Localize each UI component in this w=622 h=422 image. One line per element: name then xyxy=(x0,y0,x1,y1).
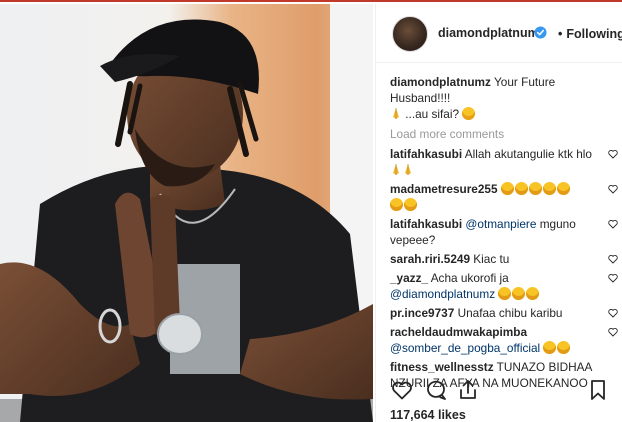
laughing-emoji-icon xyxy=(542,182,556,195)
following-button[interactable]: • Following xyxy=(558,27,622,41)
caption-text-2: ...au sifai? xyxy=(405,107,460,121)
caption-username[interactable]: diamondplatnumz xyxy=(390,75,491,89)
like-comment-heart-icon[interactable] xyxy=(608,184,618,194)
comment-mention[interactable]: @diamondplatnumz xyxy=(390,287,495,301)
bookmark-icon[interactable] xyxy=(586,378,610,402)
laughing-emoji-icon xyxy=(390,198,403,211)
comment-text: Allah akutangulie ktk hlo xyxy=(464,147,592,161)
comment-username[interactable]: madametresure255 xyxy=(390,182,498,196)
following-label: Following xyxy=(566,27,622,41)
post-side-panel: diamondplatnumz • Following diamondplatnu… xyxy=(375,4,622,422)
like-comment-heart-icon[interactable] xyxy=(608,308,618,318)
comment-item: latifahkasubi Allah akutangulie ktk hlo xyxy=(390,146,618,178)
comment-item: pr.ince9737 Unafaa chibu karibu xyxy=(390,305,618,321)
comment-item: madametresure255 xyxy=(390,181,618,213)
comment-item: _yazz_ Acha ukorofi ja @diamondplatnumz xyxy=(390,270,618,302)
load-more-row: Load more comments xyxy=(390,126,612,142)
comments-list: diamondplatnumz Your Future Husband!!!! … xyxy=(390,74,618,391)
comment-text: Kiac tu xyxy=(473,252,510,266)
comment-username[interactable]: sarah.riri.5249 xyxy=(390,252,470,266)
comment-username[interactable]: _yazz_ xyxy=(390,271,428,285)
verified-badge-icon xyxy=(534,26,547,39)
comment-item: latifahkasubi @otmanpiere mguno vepeee? xyxy=(390,216,618,248)
laughing-emoji-icon xyxy=(500,182,514,195)
post-photo-illustration xyxy=(0,4,373,422)
laughing-emoji-icon xyxy=(404,198,417,211)
comment-item: racheldaudmwakapimba @somber_de_pogba_of… xyxy=(390,324,618,356)
comment-item: sarah.riri.5249 Kiac tu xyxy=(390,251,618,267)
like-comment-heart-icon[interactable] xyxy=(608,149,618,159)
like-comment-heart-icon[interactable] xyxy=(608,254,618,264)
comment-text: Unafaa chibu karibu xyxy=(457,306,563,320)
winking-tongue-emoji-icon xyxy=(462,107,476,120)
laughing-emoji-icon xyxy=(498,287,512,300)
like-comment-heart-icon[interactable] xyxy=(608,219,618,229)
comment-username[interactable]: latifahkasubi xyxy=(390,217,462,231)
comment-icon[interactable] xyxy=(424,378,448,402)
comment-mention[interactable]: @otmanpiere xyxy=(465,217,536,231)
pray-emoji-icon xyxy=(393,108,399,119)
comment-username[interactable]: racheldaudmwakapimba xyxy=(390,325,527,339)
post-photo[interactable] xyxy=(0,4,373,422)
avatar[interactable] xyxy=(392,16,428,52)
comment-text: Acha ukorofi ja xyxy=(430,271,509,285)
comment-username[interactable]: pr.ince9737 xyxy=(390,306,454,320)
heart-icon[interactable] xyxy=(390,378,414,402)
like-comment-heart-icon[interactable] xyxy=(608,273,618,283)
like-comment-heart-icon[interactable] xyxy=(608,327,618,337)
caption: diamondplatnumz Your Future Husband!!!! … xyxy=(390,74,612,122)
laughing-emoji-icon xyxy=(526,287,540,300)
laughing-emoji-icon xyxy=(512,287,526,300)
comment-username[interactable]: fitness_wellnesstz xyxy=(390,360,494,374)
instagram-post-frame: diamondplatnumz • Following diamondplatnu… xyxy=(0,0,622,422)
post-header: diamondplatnumz • Following xyxy=(376,4,622,63)
action-bar xyxy=(390,378,612,404)
pray-emoji-icon xyxy=(405,164,411,175)
share-icon[interactable] xyxy=(456,378,480,402)
pray-emoji-icon xyxy=(393,164,399,175)
author-username[interactable]: diamondplatnumz xyxy=(438,26,545,40)
comment-username[interactable]: latifahkasubi xyxy=(390,147,462,161)
comment-mention[interactable]: @somber_de_pogba_official xyxy=(390,341,540,355)
laughing-emoji-icon xyxy=(556,182,570,195)
laughing-emoji-icon xyxy=(528,182,542,195)
laughing-emoji-icon xyxy=(557,341,571,354)
laughing-emoji-icon xyxy=(514,182,528,195)
laughing-emoji-icon xyxy=(543,341,557,354)
load-more-comments-link[interactable]: Load more comments xyxy=(390,127,504,141)
